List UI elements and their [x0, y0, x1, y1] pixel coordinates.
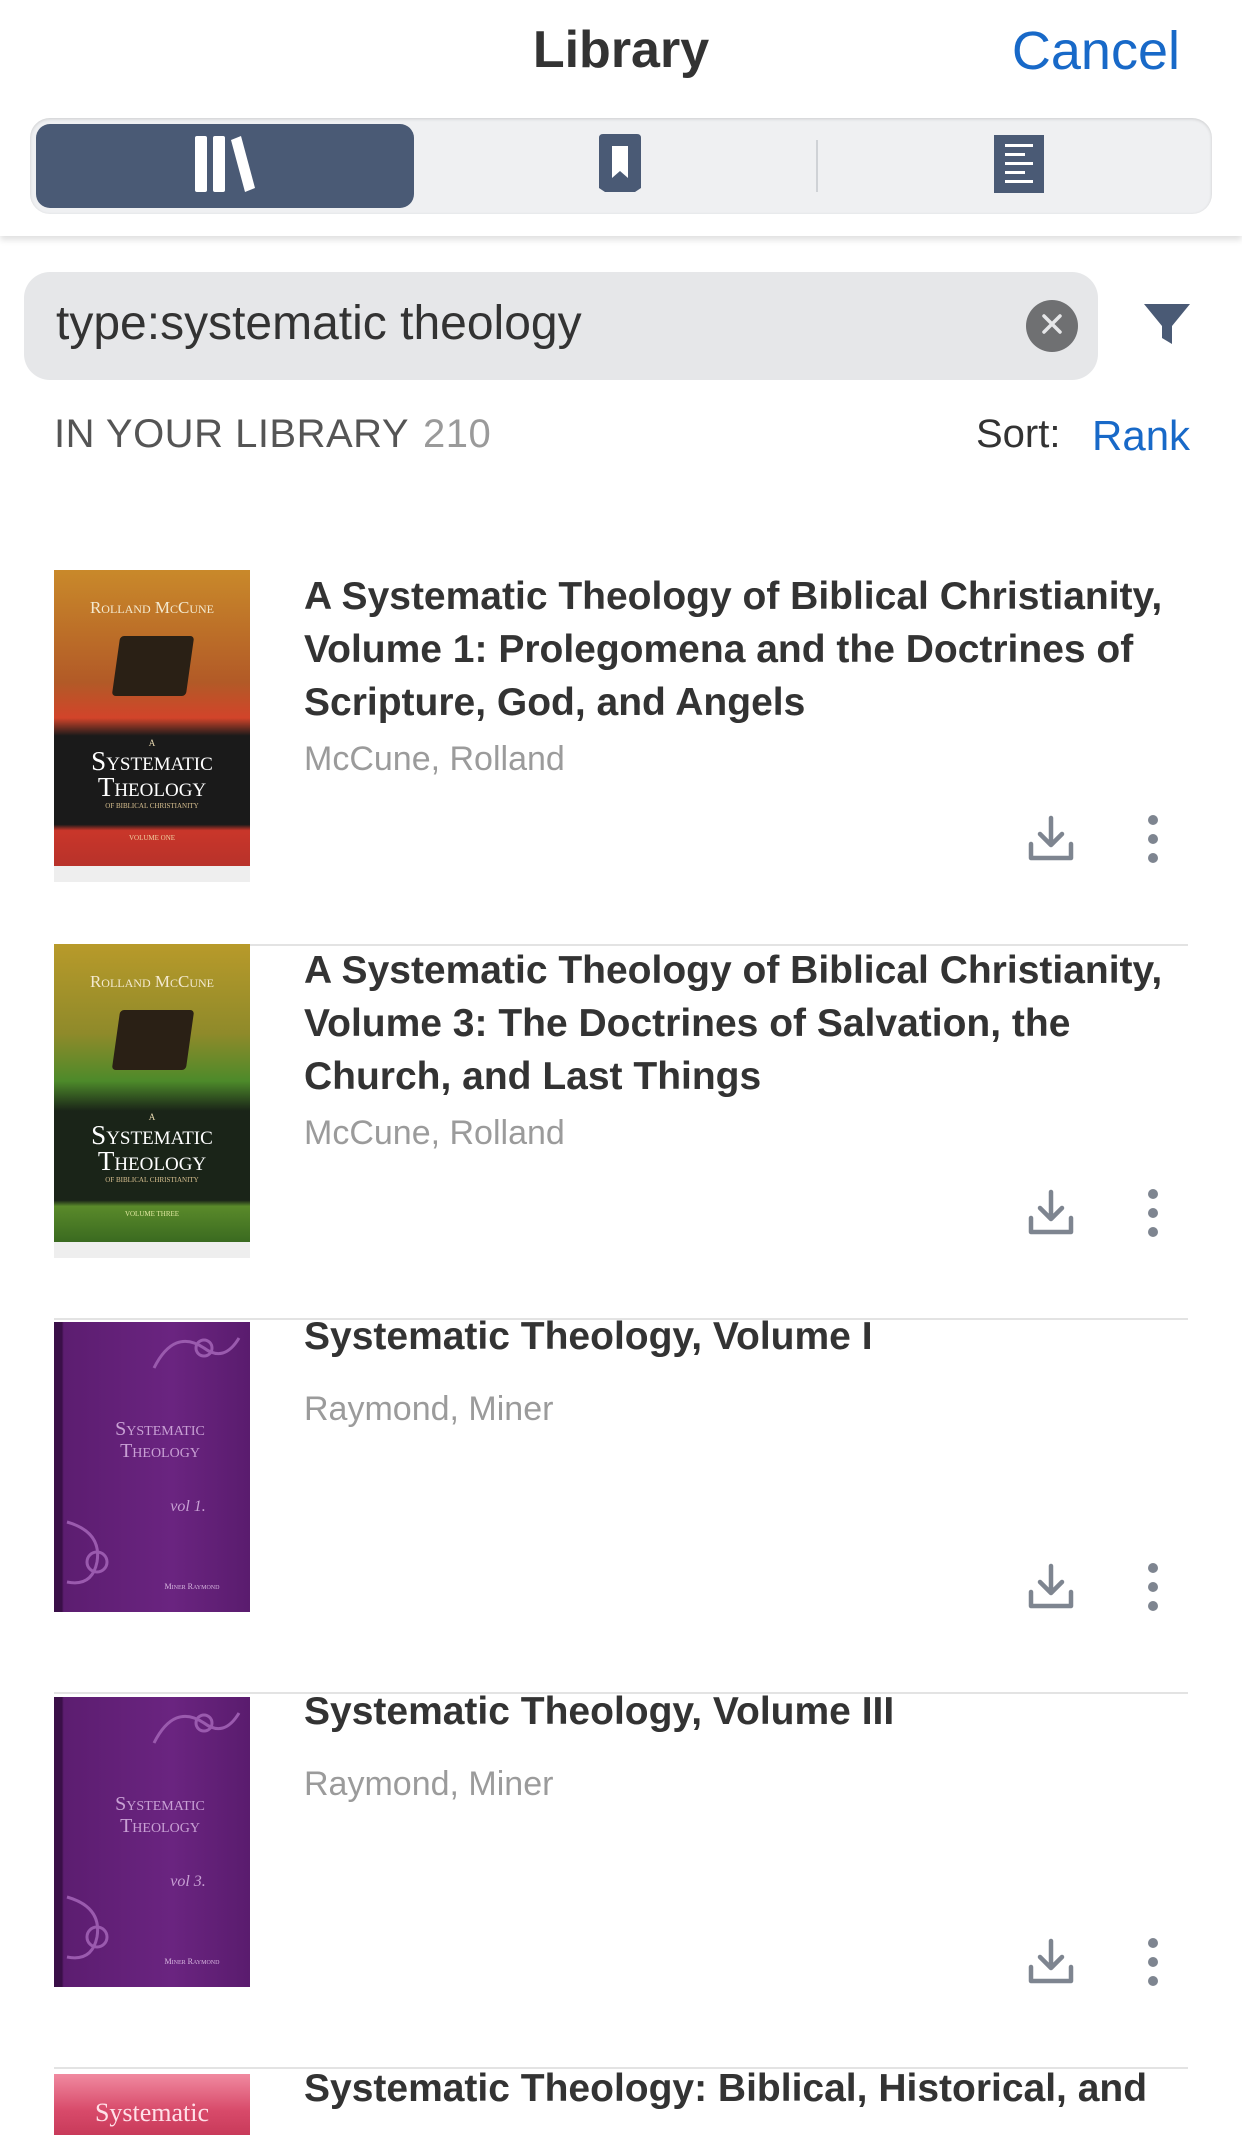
- download-icon: [1026, 1938, 1076, 1991]
- cover-ornament: [152, 1712, 241, 1744]
- cover-shadow: [54, 866, 250, 882]
- cover-line2: Theology: [97, 772, 207, 802]
- list-item[interactable]: Systematic Theology vol 3. Miner Raymond…: [54, 1690, 1188, 2069]
- view-segmented-control: [30, 118, 1212, 214]
- list-item[interactable]: Systematic Theology vol 1. Miner Raymond…: [54, 1315, 1188, 1694]
- close-icon: [1040, 312, 1064, 341]
- cover-shadow: [54, 1242, 250, 1258]
- library-count: 210: [423, 412, 492, 456]
- book-title[interactable]: A Systematic Theology of Biblical Christ…: [304, 570, 1184, 729]
- book-author: Raymond, Miner: [304, 1765, 554, 1803]
- cover-author: Miner Raymond: [164, 1957, 220, 1966]
- library-icon: [193, 134, 257, 199]
- header-bar: Library Cancel: [0, 0, 1242, 236]
- list-item[interactable]: Rolland McCune A Systematic Theology of …: [54, 570, 1188, 946]
- cover-volume: Volume Three: [124, 1210, 180, 1218]
- cover-sub: of Biblical Christianity: [105, 802, 199, 810]
- filter-icon: [1140, 304, 1194, 356]
- more-options-button[interactable]: [1138, 814, 1168, 864]
- cover-line1: Systematic: [94, 2098, 210, 2127]
- cancel-button[interactable]: Cancel: [1012, 20, 1180, 82]
- filter-button[interactable]: [1140, 298, 1194, 352]
- more-vertical-icon: [1138, 1563, 1168, 1616]
- download-icon: [1026, 1189, 1076, 1242]
- cover-line2: Theology: [97, 1146, 207, 1176]
- bookmark-icon: [595, 133, 645, 199]
- search-field[interactable]: type:systematic theology: [24, 272, 1098, 380]
- tab-bookmarks[interactable]: [430, 124, 810, 208]
- segment-divider: [816, 140, 818, 192]
- book-title[interactable]: A Systematic Theology of Biblical Christ…: [304, 944, 1184, 1103]
- cover-ornament: [66, 1895, 109, 1960]
- book-author: Raymond, Miner: [304, 1390, 554, 1428]
- more-vertical-icon: [1138, 1189, 1168, 1242]
- cover-author: Miner Raymond: [164, 1582, 220, 1591]
- search-input[interactable]: type:systematic theology: [56, 296, 582, 351]
- list-item[interactable]: Rolland McCune A Systematic Theology of …: [54, 944, 1188, 1320]
- sort-rank-button[interactable]: Rank: [1092, 412, 1190, 460]
- book-author: McCune, Rolland: [304, 1114, 565, 1152]
- book-cover: Systematic Theology vol 1. Miner Raymond: [54, 1322, 250, 1612]
- download-icon: [1026, 815, 1076, 868]
- book-cover: Rolland McCune A Systematic Theology of …: [54, 944, 250, 1242]
- cover-book-art: [111, 1010, 195, 1070]
- cover-sub: of Biblical Christianity: [105, 1176, 199, 1184]
- book-author: McCune, Rolland: [304, 740, 565, 778]
- more-vertical-icon: [1138, 815, 1168, 868]
- tab-documents[interactable]: [830, 124, 1208, 208]
- more-options-button[interactable]: [1138, 1937, 1168, 1987]
- sort-label: Sort:: [976, 412, 1061, 456]
- book-cover: Systematic Theology vol 3. Miner Raymond: [54, 1697, 250, 1987]
- tab-library[interactable]: [36, 124, 414, 208]
- cover-author: Rolland McCune: [89, 972, 215, 991]
- more-options-button[interactable]: [1138, 1562, 1168, 1612]
- cover-book-art: [111, 636, 195, 696]
- document-outline-icon: [993, 134, 1045, 199]
- cover-volume: Volume One: [128, 834, 176, 842]
- download-button[interactable]: [1026, 1562, 1076, 1612]
- download-button[interactable]: [1026, 1937, 1076, 1987]
- cover-line1: Systematic: [91, 1120, 213, 1150]
- cover-ornament: [152, 1337, 241, 1369]
- more-vertical-icon: [1138, 1938, 1168, 1991]
- cover-line1: Systematic: [115, 1418, 205, 1440]
- library-count-label: IN YOUR LIBRARY 210: [54, 412, 491, 457]
- cover-ornament: [66, 1520, 109, 1585]
- clear-search-button[interactable]: [1026, 300, 1078, 352]
- cover-line1: Systematic: [115, 1793, 205, 1815]
- list-item[interactable]: Systematic Systematic Theology: Biblical…: [54, 2067, 1188, 2135]
- book-title[interactable]: Systematic Theology: Biblical, Historica…: [304, 2062, 1184, 2115]
- download-button[interactable]: [1026, 1188, 1076, 1238]
- more-options-button[interactable]: [1138, 1188, 1168, 1238]
- download-icon: [1026, 1563, 1076, 1616]
- book-cover: Rolland McCune A Systematic Theology of …: [54, 570, 250, 866]
- cover-line2: Theology: [120, 1440, 200, 1462]
- cover-author: Rolland McCune: [89, 598, 215, 617]
- book-title[interactable]: Systematic Theology, Volume III: [304, 1685, 1184, 1738]
- cover-line1: Systematic: [91, 746, 213, 776]
- book-title[interactable]: Systematic Theology, Volume I: [304, 1310, 1184, 1363]
- cover-line2: Theology: [120, 1815, 200, 1837]
- library-label-text: IN YOUR LIBRARY: [54, 412, 410, 456]
- download-button[interactable]: [1026, 814, 1076, 864]
- book-cover: Systematic: [54, 2074, 250, 2135]
